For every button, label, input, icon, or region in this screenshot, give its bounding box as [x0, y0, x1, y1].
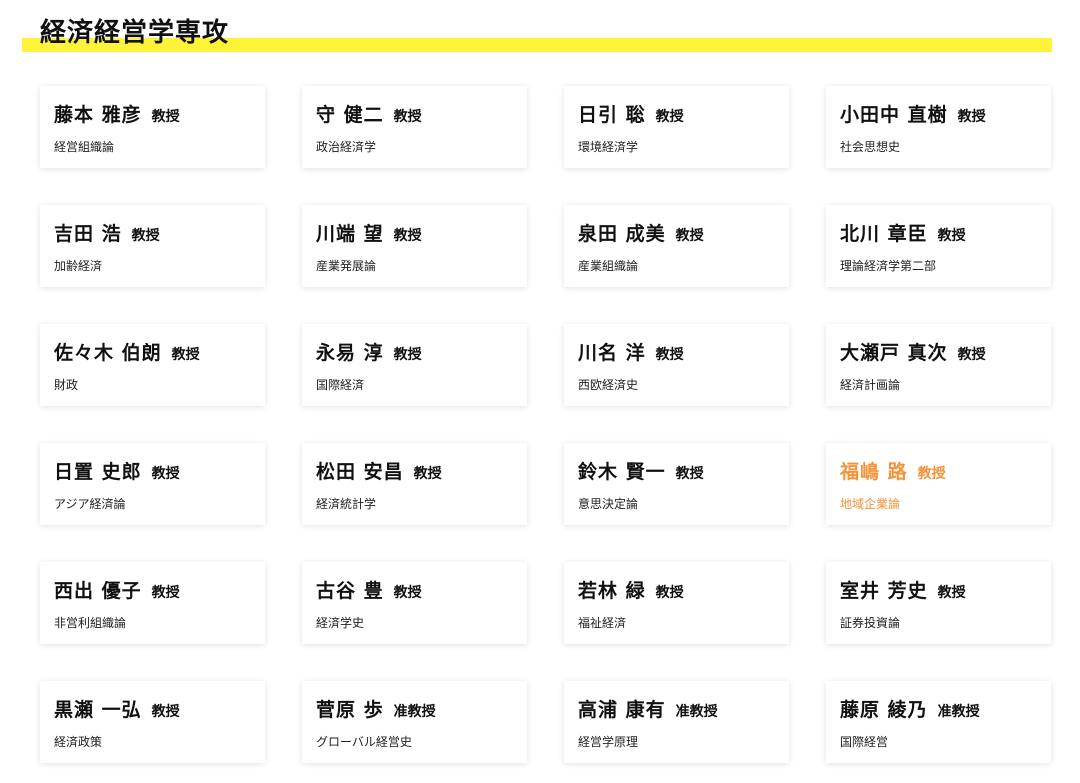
faculty-title: 教授 — [151, 704, 180, 720]
faculty-field: 理論経済学第二部 — [840, 259, 937, 273]
faculty-title: 教授 — [957, 109, 986, 125]
faculty-name: 日引 聡 — [578, 104, 646, 126]
faculty-title: 教授 — [937, 228, 966, 244]
section-title: 経済経営学専攻 — [40, 18, 230, 48]
faculty-card[interactable]: 鈴木 賢一 教授 意思決定論 — [564, 443, 789, 525]
faculty-title: 准教授 — [393, 704, 436, 720]
faculty-name: 大瀬戸 真次 — [840, 342, 948, 364]
faculty-title: 教授 — [675, 228, 704, 244]
faculty-field: 経済統計学 — [316, 497, 377, 511]
faculty-card[interactable]: 泉田 成美 教授 産業組織論 — [564, 205, 789, 287]
faculty-title: 教授 — [917, 466, 946, 482]
faculty-name: 佐々木 伯朗 — [54, 342, 162, 364]
faculty-title: 准教授 — [675, 704, 718, 720]
faculty-name: 西出 優子 — [54, 580, 142, 602]
faculty-field: 財政 — [54, 378, 79, 392]
faculty-title: 教授 — [655, 347, 684, 363]
faculty-name: 藤原 綾乃 — [840, 699, 928, 721]
faculty-field: 環境経済学 — [578, 140, 639, 154]
faculty-name: 川名 洋 — [578, 342, 646, 364]
faculty-field: アジア経済論 — [54, 497, 126, 511]
faculty-card[interactable]: 室井 芳史 教授 証券投資論 — [826, 562, 1051, 644]
faculty-name: 日置 史郎 — [54, 461, 142, 483]
faculty-field: 経営組織論 — [54, 140, 115, 154]
faculty-card[interactable]: 古谷 豊教授 経済学史 — [302, 562, 527, 644]
faculty-title: 教授 — [151, 585, 180, 601]
faculty-field: 社会思想史 — [840, 140, 901, 154]
section-header: 経済経営学専攻 — [0, 0, 1080, 60]
faculty-title: 准教授 — [937, 704, 980, 720]
faculty-card[interactable]: 若林 緑教授 福祉経済 — [564, 562, 789, 644]
faculty-field: 意思決定論 — [578, 497, 639, 511]
faculty-field: 経済計画論 — [840, 378, 901, 392]
faculty-name: 守 健二 — [316, 104, 384, 126]
faculty-field: 福祉経済 — [578, 616, 627, 630]
faculty-title: 教授 — [655, 585, 684, 601]
faculty-title: 教授 — [393, 228, 422, 244]
faculty-card[interactable]: 小田中 直樹 教授 社会思想史 — [826, 86, 1051, 168]
faculty-name: 小田中 直樹 — [840, 104, 948, 126]
faculty-title: 教授 — [151, 466, 180, 482]
faculty-card[interactable]: 川名 洋教授 西欧経済史 — [564, 324, 789, 406]
faculty-card[interactable]: 松田 安昌 教授 経済統計学 — [302, 443, 527, 525]
faculty-name: 松田 安昌 — [316, 461, 404, 483]
faculty-title: 教授 — [131, 228, 160, 244]
faculty-card[interactable]: 藤本 雅彦 教授 経営組織論 — [40, 86, 265, 168]
faculty-name: 若林 緑 — [578, 580, 646, 602]
faculty-field: 加齢経済 — [54, 259, 103, 273]
faculty-name: 川端 望 — [316, 223, 384, 245]
faculty-title: 教授 — [393, 585, 422, 601]
faculty-title: 教授 — [655, 109, 684, 125]
faculty-field: 地域企業論 — [840, 497, 901, 511]
faculty-card[interactable]: 北川 章臣 教授 理論経済学第二部 — [826, 205, 1051, 287]
faculty-card[interactable]: 高浦 康有 准教授 経営学原理 — [564, 681, 789, 763]
faculty-field: 産業組織論 — [578, 259, 639, 273]
faculty-field: 産業発展論 — [316, 259, 377, 273]
faculty-card[interactable]: 黒瀬 一弘 教授 経済政策 — [40, 681, 265, 763]
faculty-field: 経済学史 — [316, 616, 365, 630]
faculty-name: 永易 淳 — [316, 342, 384, 364]
faculty-card[interactable]: 藤原 綾乃 准教授 国際経営 — [826, 681, 1051, 763]
faculty-card[interactable]: 佐々木 伯朗 教授 財政 — [40, 324, 265, 406]
faculty-title: 教授 — [393, 109, 422, 125]
faculty-name: 藤本 雅彦 — [54, 104, 142, 126]
faculty-title: 教授 — [937, 585, 966, 601]
faculty-card[interactable]: 守 健二 教授 政治経済学 — [302, 86, 527, 168]
faculty-title: 教授 — [957, 347, 986, 363]
faculty-name: 菅原 歩 — [316, 699, 384, 721]
faculty-card[interactable]: 吉田 浩教授 加齢経済 — [40, 205, 265, 287]
faculty-field: 西欧経済史 — [578, 378, 639, 392]
faculty-field: 国際経済 — [316, 378, 365, 392]
faculty-name: 吉田 浩 — [54, 223, 122, 245]
faculty-field: グローバル経営史 — [316, 735, 412, 749]
faculty-card[interactable]: 大瀬戸 真次 教授 経済計画論 — [826, 324, 1051, 406]
faculty-grid: 藤本 雅彦 教授 経営組織論 守 健二 教授 政治経済学 日引 聡教授 環境経済学 … — [40, 86, 1052, 763]
faculty-title: 教授 — [393, 347, 422, 363]
faculty-name: 泉田 成美 — [578, 223, 666, 245]
faculty-name: 高浦 康有 — [578, 699, 666, 721]
faculty-title: 教授 — [413, 466, 442, 482]
faculty-name: 北川 章臣 — [840, 223, 928, 245]
faculty-field: 経済政策 — [54, 735, 103, 749]
faculty-card[interactable]: 西出 優子 教授 非営利組織論 — [40, 562, 265, 644]
faculty-name: 古谷 豊 — [316, 580, 384, 602]
faculty-name: 室井 芳史 — [840, 580, 928, 602]
faculty-name: 福嶋 路 — [840, 461, 908, 483]
faculty-field: 非営利組織論 — [54, 616, 127, 630]
faculty-name: 鈴木 賢一 — [578, 461, 666, 483]
faculty-title: 教授 — [151, 109, 180, 125]
faculty-title: 教授 — [171, 347, 200, 363]
faculty-title: 教授 — [675, 466, 704, 482]
faculty-card[interactable]: 日引 聡教授 環境経済学 — [564, 86, 789, 168]
faculty-name: 黒瀬 一弘 — [54, 699, 142, 721]
faculty-field: 経営学原理 — [578, 735, 639, 749]
faculty-card-highlighted[interactable]: 福嶋 路教授 地域企業論 — [826, 443, 1051, 525]
faculty-card[interactable]: 永易 淳教授 国際経済 — [302, 324, 527, 406]
faculty-card[interactable]: 菅原 歩准教授 グローバル経営史 — [302, 681, 527, 763]
faculty-card[interactable]: 川端 望教授 産業発展論 — [302, 205, 527, 287]
faculty-card[interactable]: 日置 史郎 教授 アジア経済論 — [40, 443, 265, 525]
faculty-field: 国際経営 — [840, 735, 889, 749]
faculty-field: 政治経済学 — [316, 140, 377, 154]
faculty-field: 証券投資論 — [840, 616, 901, 630]
